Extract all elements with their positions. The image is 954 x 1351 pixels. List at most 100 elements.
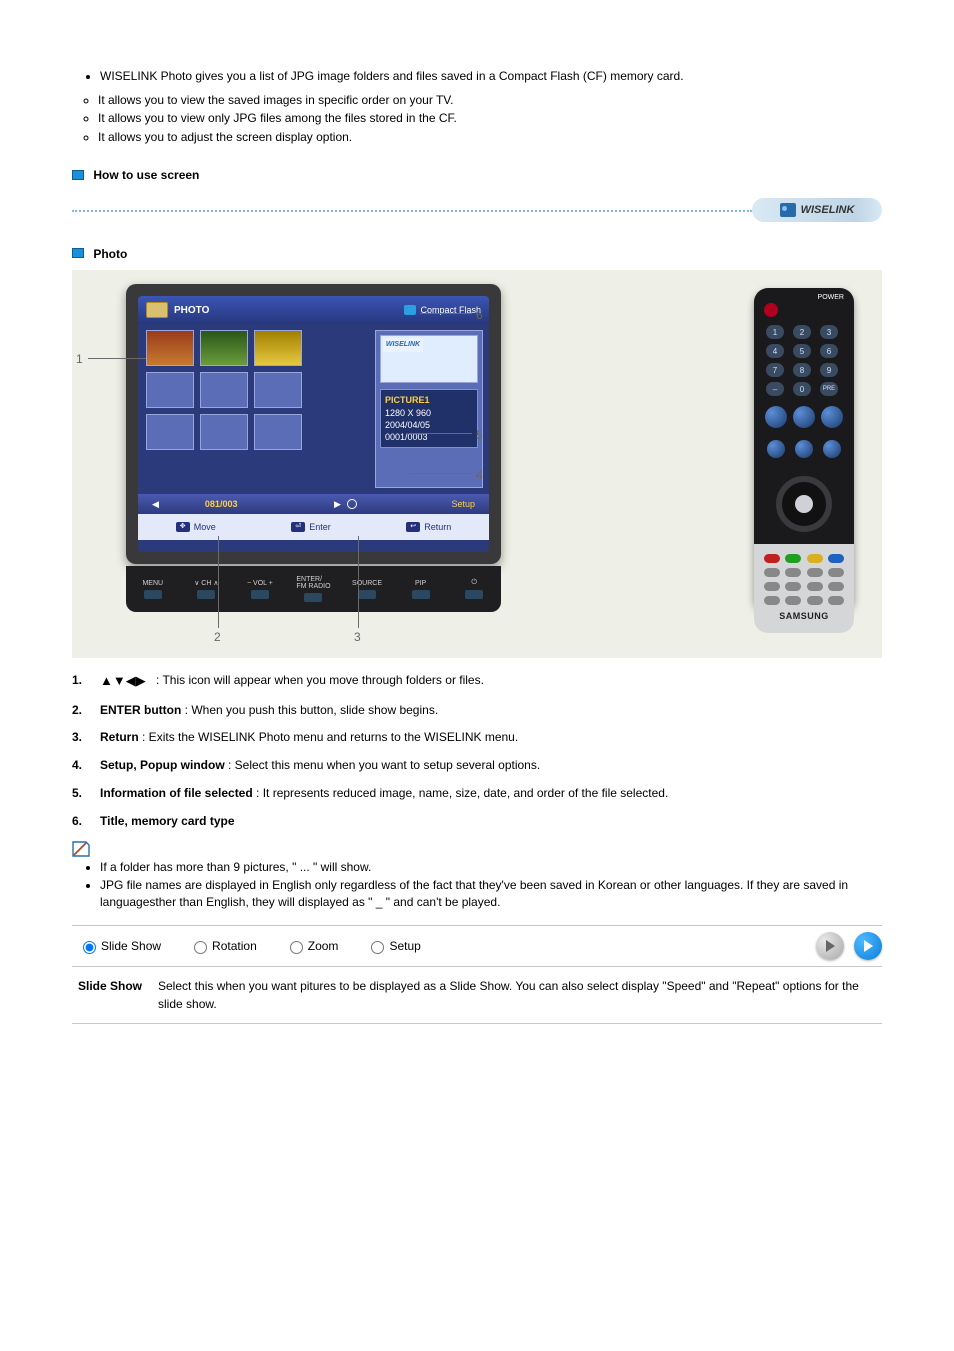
desc-5-b: Information of file selected — [100, 786, 253, 800]
tv-screen: PHOTO Compact Flash — [138, 296, 489, 552]
gear-icon[interactable] — [347, 499, 357, 509]
note-2: JPG file names are displayed in English … — [100, 877, 882, 911]
photo-mode-icon — [146, 302, 168, 318]
remote-num-0[interactable]: 0 — [793, 382, 811, 396]
thumbnail-grid — [138, 324, 375, 494]
page-number: 081/003 — [205, 499, 238, 509]
remote-num-8[interactable]: 8 — [793, 363, 811, 377]
remote-power-label: POWER — [754, 288, 854, 301]
note-1: If a folder has more than 9 pictures, " … — [100, 859, 882, 876]
desc-2-b: ENTER button — [100, 703, 181, 717]
intro-line1: WISELINK Photo gives you a list of JPG i… — [100, 68, 882, 84]
callout-3: 3 — [354, 630, 361, 644]
enter-icon: ⏎ — [291, 522, 305, 532]
desc-num-2: 2. — [72, 702, 100, 719]
remote-num-4[interactable]: 4 — [766, 344, 784, 358]
callout-1: 1 — [76, 352, 83, 366]
tab-rotation[interactable]: Rotation — [189, 938, 257, 954]
intro-sub-2: It allows you to adjust the screen displ… — [98, 129, 882, 145]
radio-slide-show[interactable] — [83, 941, 96, 954]
file-title: PICTURE1 — [385, 394, 473, 406]
remote-num-pre[interactable]: PRE — [820, 382, 838, 396]
tv-btn-vol[interactable]: − VOL + — [239, 580, 281, 599]
intro-sub-1: It allows you to view only JPG files amo… — [98, 110, 882, 126]
arrow-icons: ▲▼◀▶ — [100, 672, 156, 690]
thumb-empty — [200, 414, 248, 450]
desc-num-4: 4. — [72, 757, 100, 774]
radio-rotation[interactable] — [194, 941, 207, 954]
remote-dpad[interactable] — [766, 470, 842, 538]
thumb-empty — [254, 372, 302, 408]
tv-btn-menu[interactable]: MENU — [132, 580, 174, 599]
tv-btn-power[interactable]: ⏻ — [453, 579, 495, 599]
section-title-how-to-use: How to use screen — [93, 168, 199, 182]
play-icon — [864, 940, 873, 952]
play-blue-button[interactable] — [854, 932, 882, 960]
tv-btn-source[interactable]: SOURCE — [346, 580, 388, 599]
wiselink-icon — [780, 203, 796, 217]
tv-btn-enter[interactable]: ENTER/ FM RADIO — [292, 576, 334, 602]
tab-label-3: Setup — [389, 939, 420, 953]
remote-round-btn[interactable] — [765, 406, 787, 428]
callout-6: 6 — [476, 308, 483, 322]
remote-num-dash[interactable]: – — [766, 382, 784, 396]
remote-color-yellow[interactable] — [807, 554, 823, 563]
section-bullet-icon — [72, 248, 84, 258]
remote-round-btn[interactable] — [767, 440, 785, 458]
wiselink-badge: WISELINK — [752, 198, 882, 222]
setup-label[interactable]: Setup — [451, 499, 475, 509]
remote-num-1[interactable]: 1 — [766, 325, 784, 339]
play-icon — [826, 940, 835, 952]
move-icon: ✥ — [176, 522, 190, 532]
tv-frame: PHOTO Compact Flash — [126, 284, 501, 564]
remote-brand: SAMSUNG — [764, 611, 844, 621]
info-pane: WISELINK PICTURE1 1280 X 960 2004/04/05 … — [375, 330, 483, 488]
desc-num-1: 1. — [72, 672, 100, 690]
radio-zoom[interactable] — [290, 941, 303, 954]
callout-2: 2 — [214, 630, 221, 644]
preview-badge: WISELINK — [383, 338, 423, 352]
help-return: Return — [424, 522, 451, 532]
tv-btn-pip[interactable]: PIP — [400, 580, 442, 599]
remote-num-3[interactable]: 3 — [820, 325, 838, 339]
remote-power-button[interactable] — [764, 303, 778, 317]
desc-4-b: Setup, Popup window — [100, 758, 225, 772]
chevron-right-icon[interactable]: ▶ — [334, 499, 341, 510]
remote-round-btn[interactable] — [823, 440, 841, 458]
remote-round-btn[interactable] — [793, 406, 815, 428]
final-key: Slide Show — [72, 967, 152, 1024]
remote-color-blue[interactable] — [828, 554, 844, 563]
tab-zoom[interactable]: Zoom — [285, 938, 339, 954]
thumb[interactable] — [146, 330, 194, 366]
section-bullet-icon — [72, 170, 84, 180]
desc-1: : This icon will appear when you move th… — [156, 672, 882, 690]
section-title-photo: Photo — [93, 246, 127, 260]
remote-num-9[interactable]: 9 — [820, 363, 838, 377]
remote-color-green[interactable] — [785, 554, 801, 563]
file-info-box: PICTURE1 1280 X 960 2004/04/05 0001/0003 — [380, 389, 478, 448]
tab-slide-show[interactable]: Slide Show — [78, 938, 161, 954]
desc-3-b: Return — [100, 730, 139, 744]
callout-4: 4 — [476, 468, 483, 482]
remote-control: POWER 1 2 3 4 5 6 7 8 9 – 0 PRE — [754, 288, 854, 610]
remote-num-2[interactable]: 2 — [793, 325, 811, 339]
help-enter: Enter — [309, 522, 331, 532]
desc-num-3: 3. — [72, 729, 100, 746]
thumb[interactable] — [254, 330, 302, 366]
tab-setup[interactable]: Setup — [366, 938, 420, 954]
thumb[interactable] — [200, 330, 248, 366]
desc-num-5: 5. — [72, 785, 100, 802]
play-grey-button[interactable] — [816, 932, 844, 960]
remote-num-6[interactable]: 6 — [820, 344, 838, 358]
remote-round-btn[interactable] — [821, 406, 843, 428]
remote-num-5[interactable]: 5 — [793, 344, 811, 358]
help-move: Move — [194, 522, 216, 532]
thumb-empty — [200, 372, 248, 408]
tv-btn-ch[interactable]: ∨ CH ∧ — [185, 579, 227, 599]
remote-num-7[interactable]: 7 — [766, 363, 784, 377]
chevron-left-icon[interactable]: ◀ — [152, 499, 159, 510]
callout-5: 5 — [476, 428, 483, 442]
remote-round-btn[interactable] — [795, 440, 813, 458]
remote-color-red[interactable] — [764, 554, 780, 563]
radio-setup[interactable] — [371, 941, 384, 954]
